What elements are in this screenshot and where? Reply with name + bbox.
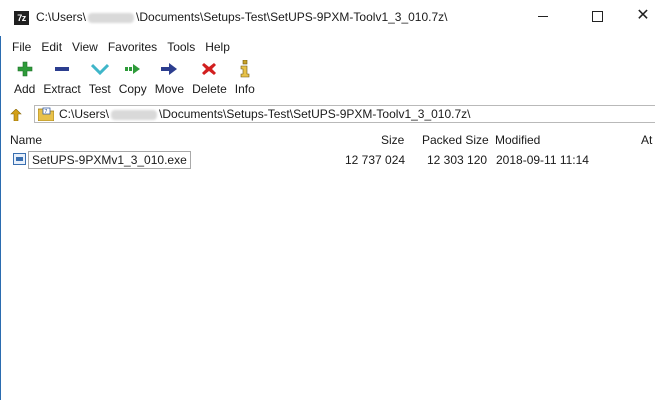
add-label: Add: [14, 82, 36, 96]
menu-favorites[interactable]: Favorites: [103, 36, 162, 56]
file-size: 12 737 024: [345, 153, 406, 167]
plus-icon: [16, 60, 34, 78]
redacted-username: [88, 12, 135, 23]
column-header-name[interactable]: Name: [10, 133, 42, 147]
title-path-suffix: \Documents\Setups-Test\SetUPS-9PXM-Toolv…: [136, 10, 448, 24]
archive-folder-icon: 7: [37, 107, 55, 122]
title-path-prefix: C:\Users\: [36, 10, 87, 24]
file-modified: 2018-09-11 11:14: [496, 153, 589, 167]
info-label: Info: [234, 82, 255, 96]
file-packed-size: 12 303 120: [427, 153, 488, 167]
maximize-icon: [591, 10, 603, 22]
list-header: Name Size Packed Size Modified At: [0, 130, 655, 150]
app-window: 7z C:\Users\ \Documents\Setups-Test\SetUP…: [0, 0, 655, 400]
app-7zip-icon: 7z: [14, 11, 29, 25]
svg-text:7: 7: [44, 109, 47, 115]
menu-tools[interactable]: Tools: [162, 36, 200, 56]
copy-label: Copy: [118, 82, 147, 96]
menu-file[interactable]: File: [0, 36, 36, 56]
table-row[interactable]: SetUPS-9PXMv1_3_010.exe 12 737 024 12 30…: [0, 150, 655, 170]
close-icon: ✕: [636, 7, 650, 24]
column-header-attributes[interactable]: At: [641, 133, 652, 147]
title-bar[interactable]: 7z C:\Users\ \Documents\Setups-Test\SetUP…: [0, 0, 655, 36]
info-icon: [236, 60, 254, 78]
maximize-button[interactable]: [574, 0, 620, 32]
minus-icon: [53, 60, 71, 78]
add-button[interactable]: Add: [10, 56, 39, 100]
move-arrow-icon: [160, 60, 178, 78]
extract-button[interactable]: Extract: [39, 56, 84, 100]
test-label: Test: [88, 82, 111, 96]
menu-help[interactable]: Help: [200, 36, 235, 56]
move-label: Move: [154, 82, 185, 96]
minimize-button[interactable]: [520, 0, 566, 32]
copy-arrow-icon: [124, 60, 142, 78]
menu-bar: File Edit View Favorites Tools Help: [0, 36, 655, 56]
menu-edit[interactable]: Edit: [36, 36, 67, 56]
path-text: C:\Users\ \Documents\Setups-Test\SetUPS-9…: [59, 107, 471, 121]
menu-view[interactable]: View: [67, 36, 103, 56]
delete-label: Delete: [192, 82, 227, 96]
file-name[interactable]: SetUPS-9PXMv1_3_010.exe: [28, 151, 191, 169]
x-icon: [200, 60, 218, 78]
path-suffix: \Documents\Setups-Test\SetUPS-9PXM-Toolv…: [159, 107, 471, 121]
up-folder-icon[interactable]: [10, 108, 22, 122]
extract-label: Extract: [43, 82, 81, 96]
test-button[interactable]: Test: [85, 56, 115, 100]
toolbar: Add Extract Test Copy Move Delete Info: [0, 56, 655, 102]
copy-button[interactable]: Copy: [115, 56, 151, 100]
exe-file-icon: [13, 153, 26, 165]
path-prefix: C:\Users\: [59, 107, 110, 121]
redacted-username: [111, 109, 158, 120]
minimize-icon: [538, 15, 548, 17]
address-bar: 7 C:\Users\ \Documents\Setups-Test\SetUPS…: [0, 102, 655, 126]
column-header-packed-size[interactable]: Packed Size: [422, 133, 489, 147]
column-header-size[interactable]: Size: [381, 133, 404, 147]
info-button[interactable]: Info: [231, 56, 259, 100]
check-icon: [90, 60, 109, 78]
close-button[interactable]: ✕: [620, 0, 655, 32]
window-title: C:\Users\ \Documents\Setups-Test\SetUPS-9…: [36, 10, 448, 24]
move-button[interactable]: Move: [151, 56, 188, 100]
delete-button[interactable]: Delete: [188, 56, 231, 100]
path-input[interactable]: 7 C:\Users\ \Documents\Setups-Test\SetUPS…: [34, 105, 655, 123]
column-header-modified[interactable]: Modified: [495, 133, 540, 147]
